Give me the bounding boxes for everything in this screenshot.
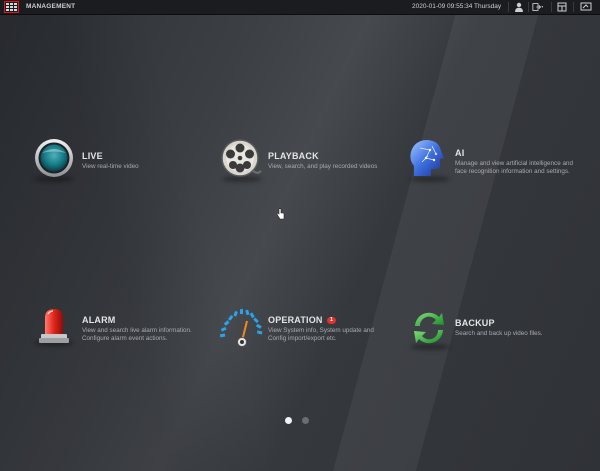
divider: [573, 2, 574, 12]
page-title: MANAGEMENT: [26, 3, 76, 10]
page-dot-1[interactable]: [285, 417, 292, 424]
notification-badge: 1: [327, 317, 336, 324]
tile-description: View real-time video: [82, 163, 139, 170]
tile-description: Manage and view artificial intelligence …: [455, 160, 573, 175]
tile-title: ALARM: [82, 315, 116, 325]
gauge-icon: [219, 308, 263, 347]
divider: [551, 2, 552, 12]
page-dot-2[interactable]: [302, 417, 309, 424]
divider: [508, 2, 509, 12]
background-sheen: [0, 14, 600, 471]
tile-description: Search and back up video files.: [455, 330, 543, 337]
tile-title: AI: [455, 148, 465, 158]
divider: [528, 2, 529, 12]
menu-grid-icon[interactable]: [4, 1, 19, 13]
tile-title: BACKUP: [455, 318, 495, 328]
hand-cursor-icon: [276, 208, 285, 220]
film-reel-icon: [221, 139, 262, 177]
layout-icon[interactable]: [556, 2, 568, 12]
top-bar: MANAGEMENT 2020-01-09 09:55:34 Thursday: [0, 0, 600, 15]
tile-description: View System info, System update and Conf…: [268, 327, 374, 342]
alarm-light-icon: [39, 309, 69, 343]
sync-arrows-icon: [414, 312, 444, 344]
tile-title: PLAYBACK: [268, 151, 319, 161]
tile-description: View and search live alarm information. …: [82, 327, 192, 342]
tile-title: LIVE: [82, 151, 103, 161]
ai-head-icon: [410, 140, 444, 176]
live-camera-icon: [35, 139, 73, 177]
tile-description: View, search, and play recorded videos: [268, 163, 378, 170]
user-icon[interactable]: [513, 2, 525, 12]
logout-icon[interactable]: [532, 2, 544, 12]
display-icon[interactable]: [580, 2, 592, 12]
tile-title: OPERATION: [268, 315, 323, 325]
datetime-display: 2020-01-09 09:55:34 Thursday: [412, 3, 502, 10]
